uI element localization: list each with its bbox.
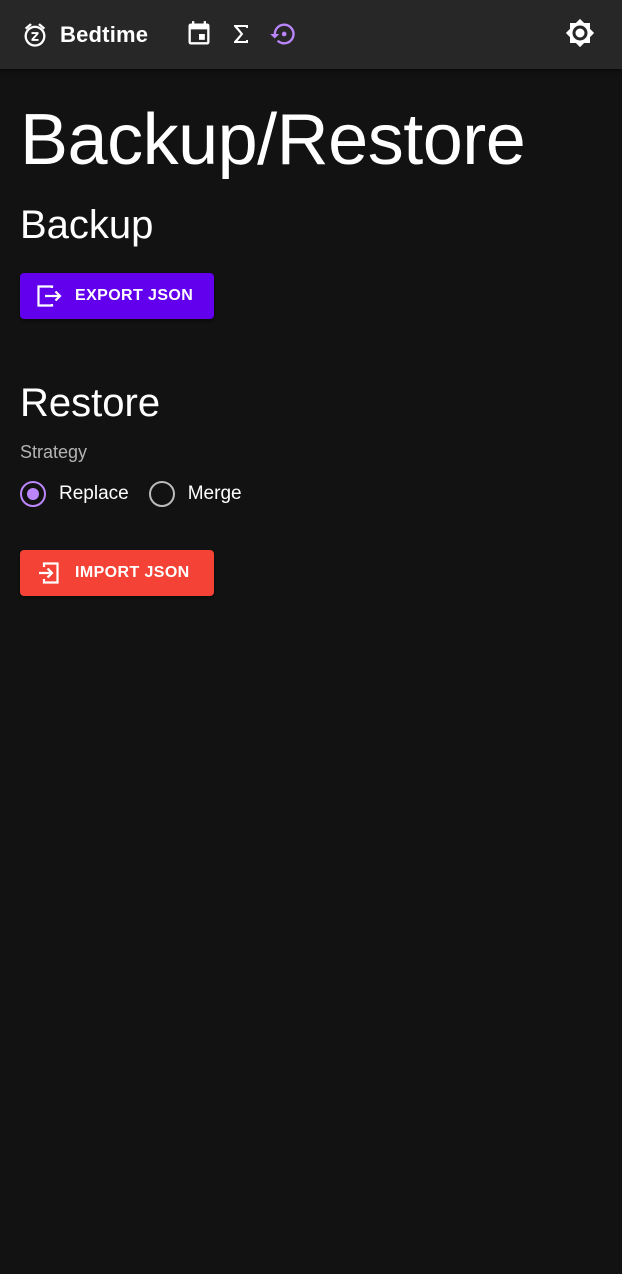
sigma-icon[interactable]: [225, 18, 257, 50]
radio-replace-label: Replace: [59, 483, 129, 504]
radio-replace[interactable]: Replace: [20, 481, 129, 507]
radio-merge[interactable]: Merge: [148, 481, 242, 507]
app-bar: Bedtime: [0, 0, 622, 69]
export-json-button[interactable]: EXPORT JSON: [20, 273, 214, 319]
main-content: Backup/Restore Backup EXPORT JSON Restor…: [20, 90, 602, 596]
calendar-icon[interactable]: [183, 18, 215, 50]
page-title: Backup/Restore: [20, 100, 526, 180]
alarm-snooze-icon: [20, 20, 50, 50]
strategy-label: Strategy: [20, 442, 88, 462]
restore-heading: Restore: [20, 381, 161, 425]
brightness-icon: [565, 18, 595, 53]
app-title: Bedtime: [60, 22, 149, 47]
backup-heading: Backup: [20, 203, 154, 247]
strategy-radio-group: Replace Merge: [20, 481, 602, 507]
restore-icon[interactable]: [267, 18, 299, 50]
import-json-button[interactable]: IMPORT JSON: [20, 550, 214, 596]
radio-replace-indicator[interactable]: [20, 481, 46, 507]
import-json-label: IMPORT JSON: [75, 564, 190, 581]
radio-merge-indicator[interactable]: [148, 481, 175, 507]
export-json-label: EXPORT JSON: [75, 287, 194, 304]
theme-toggle-button[interactable]: [562, 17, 598, 53]
export-icon: [36, 282, 64, 310]
import-icon: [36, 559, 64, 587]
brand[interactable]: Bedtime: [20, 18, 148, 52]
radio-merge-label: Merge: [187, 483, 242, 504]
